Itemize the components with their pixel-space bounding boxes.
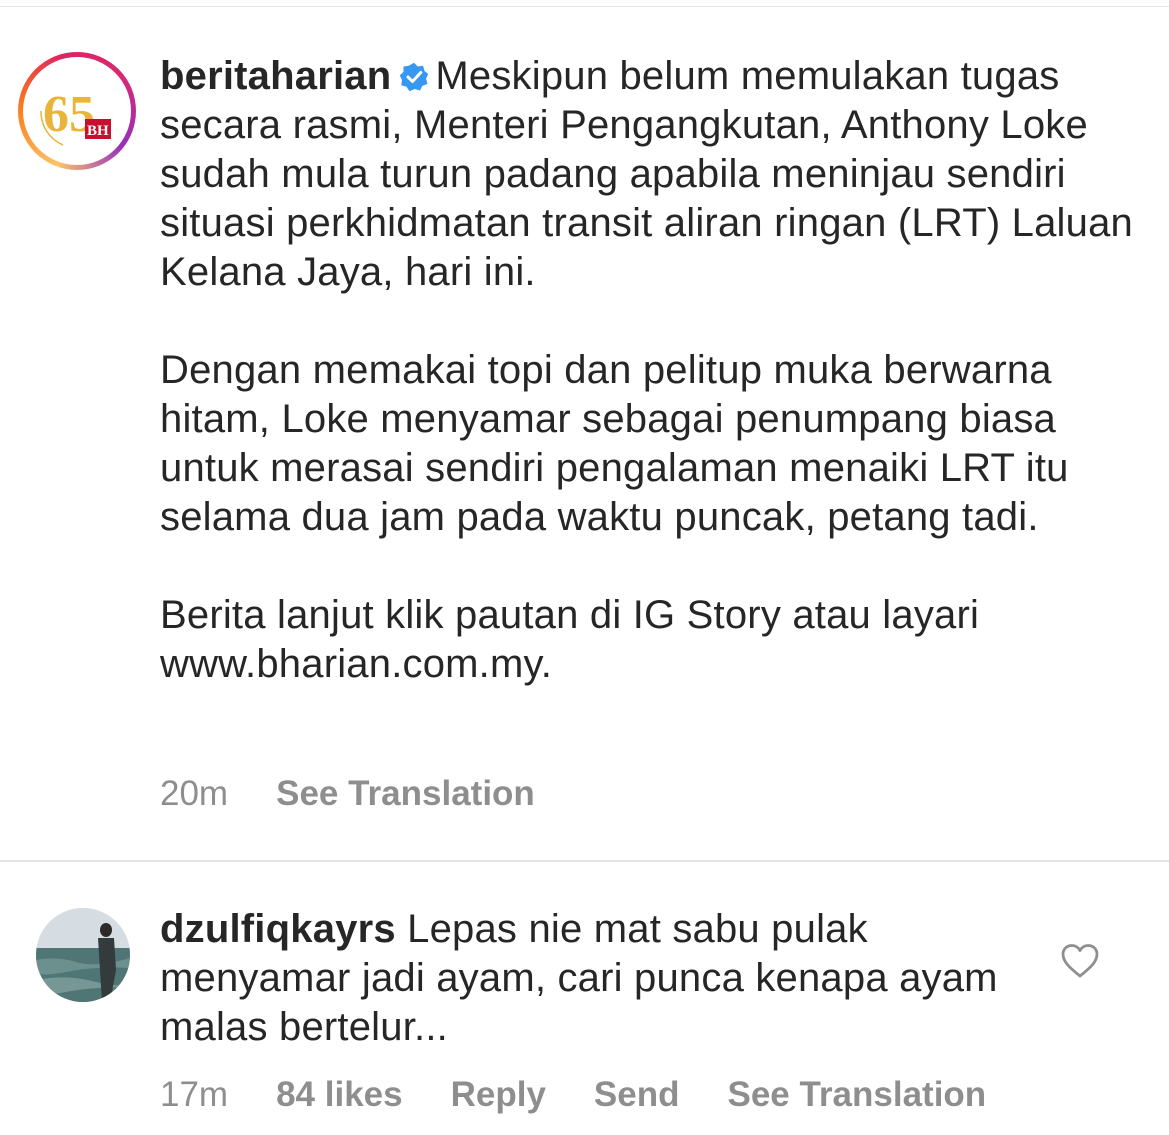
comment-text: dzulfiqkayrs Lepas nie mat sabu pulak me… — [160, 905, 1020, 1052]
section-divider — [0, 860, 1169, 862]
beach-photo-icon — [36, 908, 130, 1002]
post-meta-row: 20m See Translation — [160, 774, 583, 814]
heart-outline-icon[interactable] — [1060, 943, 1100, 979]
comment-see-translation-button[interactable]: See Translation — [727, 1075, 986, 1114]
commenter-avatar[interactable] — [36, 908, 130, 1002]
comment-username[interactable]: dzulfiqkayrs — [160, 907, 396, 951]
story-ring[interactable]: 65 BH — [18, 52, 136, 170]
post-see-translation-button[interactable]: See Translation — [276, 774, 535, 813]
caption-text: beritaharian Meskipun belum memulakan tug… — [160, 52, 1150, 689]
comment-reply-button[interactable]: Reply — [451, 1075, 546, 1114]
comment-likes-count[interactable]: 84 likes — [276, 1075, 403, 1114]
caption-paragraph-3: Berita lanjut klik pautan di IG Story at… — [160, 593, 991, 686]
bh-65-logo-icon: 65 BH — [33, 67, 121, 155]
comment-timestamp[interactable]: 17m — [160, 1075, 228, 1114]
comment-send-button[interactable]: Send — [594, 1075, 680, 1114]
top-separator — [0, 6, 1169, 7]
caption-paragraph-2: Dengan memakai topi dan pelitup muka ber… — [160, 348, 1080, 539]
comment-meta-row: 17m 84 likes Reply Send See Translation — [160, 1075, 1034, 1115]
svg-text:BH: BH — [87, 123, 109, 139]
verified-badge-icon — [400, 62, 429, 92]
beritaharian-avatar[interactable]: 65 BH — [33, 67, 121, 155]
post-username[interactable]: beritaharian — [160, 54, 391, 98]
post-timestamp[interactable]: 20m — [160, 774, 228, 813]
